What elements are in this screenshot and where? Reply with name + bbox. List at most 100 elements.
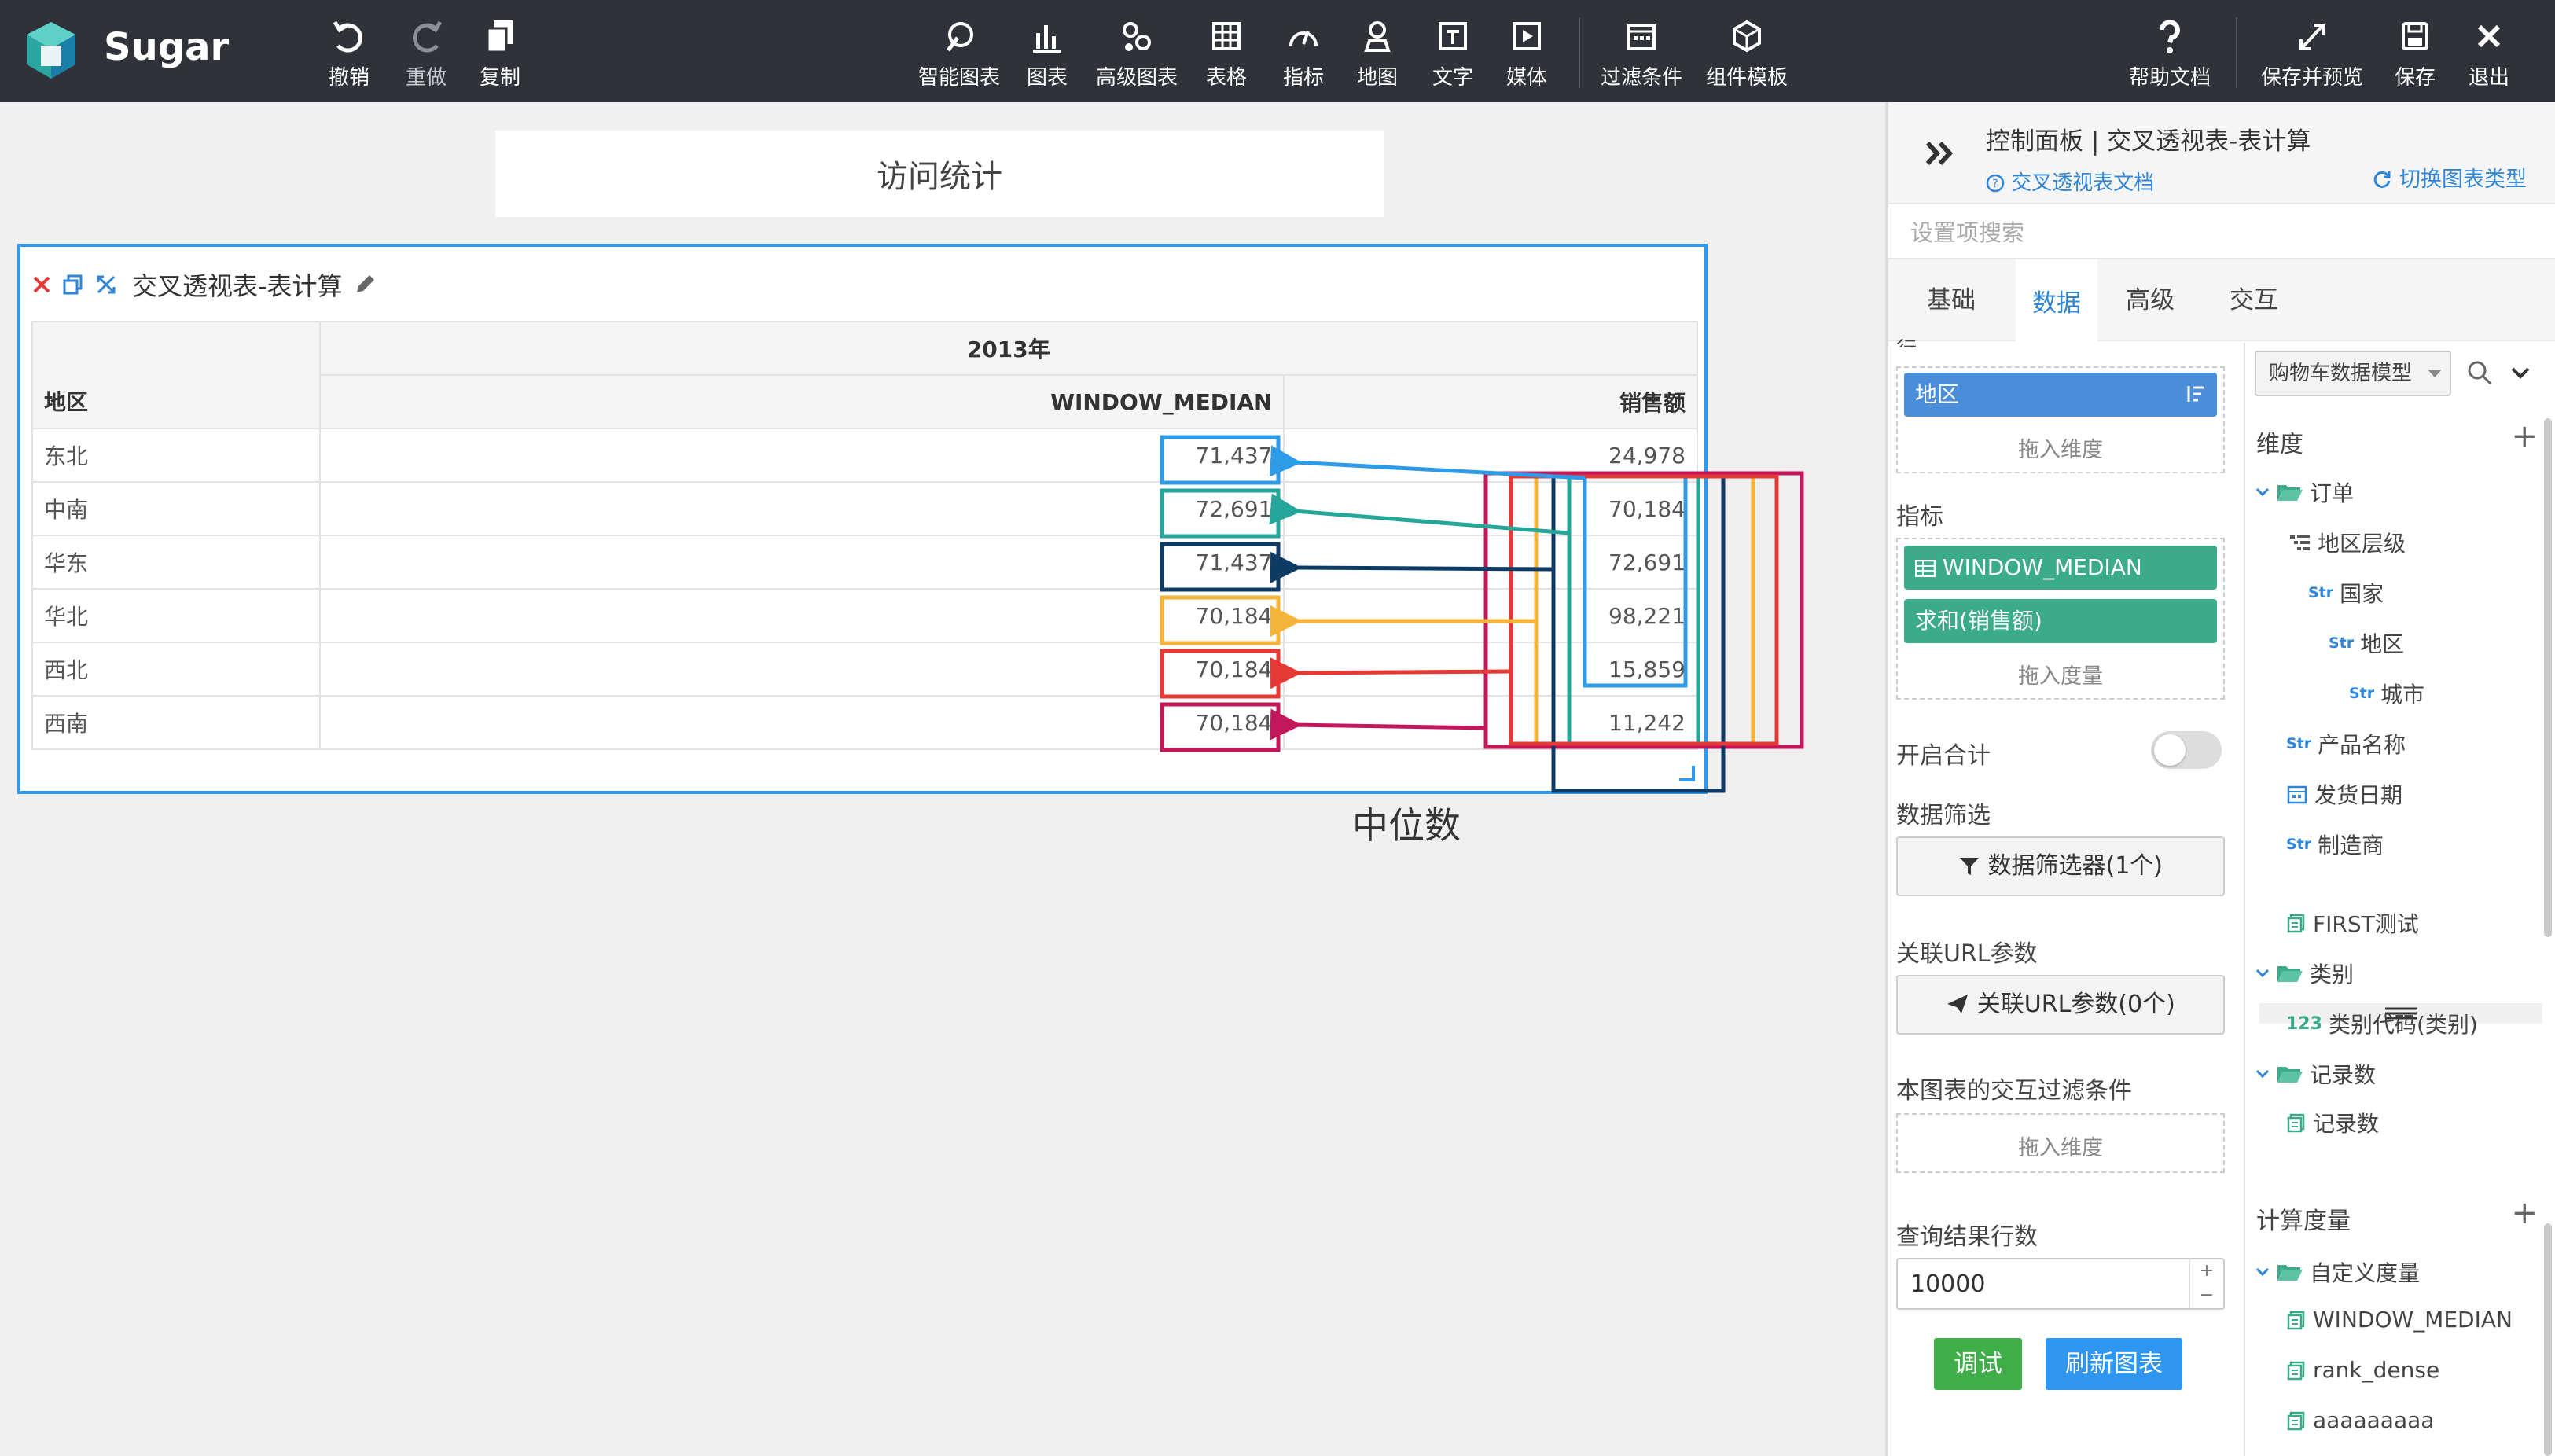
tree-field[interactable]: 123 类别代码(类别): [2286, 1008, 2478, 1039]
model-select[interactable]: 购物车数据模型: [2255, 351, 2451, 396]
add-calc-measure-plus-icon[interactable]: +: [2511, 1195, 2538, 1231]
chart-button[interactable]: 图表: [1027, 16, 1068, 90]
enable-total-toggle[interactable]: [2151, 731, 2222, 769]
median-cell[interactable]: 70,184: [318, 695, 1285, 750]
tree-field[interactable]: Str 产品名称: [2286, 728, 2406, 759]
tree-field[interactable]: 记录数: [2286, 1107, 2379, 1138]
sort-icon[interactable]: [2184, 383, 2208, 406]
tree-field[interactable]: Str 国家: [2308, 577, 2384, 609]
collapse-panel-icon[interactable]: [1921, 134, 1961, 173]
tree-folder[interactable]: 订单: [2255, 476, 2354, 508]
advanced-chart-button[interactable]: 高级图表: [1096, 16, 1178, 90]
row-dropzone[interactable]: 地区 拖入维度: [1896, 366, 2225, 473]
median-cell[interactable]: 70,184: [318, 642, 1285, 697]
debug-button[interactable]: 调试: [1934, 1338, 2022, 1390]
region-cell[interactable]: 华北: [31, 588, 321, 643]
settings-search-input[interactable]: [1888, 208, 2555, 258]
sales-cell[interactable]: 72,691: [1283, 535, 1698, 590]
header-sales[interactable]: 销售额: [1283, 374, 1698, 429]
duplicate-icon[interactable]: [61, 273, 85, 296]
table-button[interactable]: 表格: [1206, 16, 1247, 90]
tab-data[interactable]: 数据: [2016, 259, 2097, 341]
median-cell[interactable]: 71,437: [318, 428, 1285, 483]
resize-handle[interactable]: [1679, 766, 1695, 781]
sales-cell[interactable]: 11,242: [1283, 695, 1698, 750]
stepper-plus-icon[interactable]: +: [2190, 1259, 2223, 1284]
chevron-down-icon[interactable]: [2255, 1266, 2270, 1278]
header-region[interactable]: 地区: [31, 321, 321, 429]
save-preview-button[interactable]: 保存并预览: [2261, 16, 2363, 90]
tree-item-label: 制造商: [2318, 833, 2384, 859]
fullscreen-icon[interactable]: [94, 273, 118, 296]
query-rows-stepper[interactable]: + −: [2189, 1259, 2223, 1308]
tree-field[interactable]: aaaaaaaaa: [2286, 1407, 2434, 1433]
undo-button[interactable]: 撤销: [329, 16, 369, 90]
table-calc-icon: [1914, 559, 1936, 578]
region-cell[interactable]: 华东: [31, 535, 321, 590]
metric-pill-sum-sales[interactable]: 求和(销售额): [1904, 599, 2217, 643]
interact-filter-dropzone[interactable]: 拖入维度: [1896, 1113, 2225, 1173]
exit-button[interactable]: 退出: [2469, 16, 2509, 90]
delete-icon[interactable]: [31, 274, 52, 295]
tree-field[interactable]: FIRST测试: [2286, 907, 2419, 939]
tree-folder[interactable]: 自定义度量: [2255, 1256, 2420, 1288]
filter-button[interactable]: 过滤条件: [1601, 16, 1682, 90]
region-cell[interactable]: 西南: [31, 695, 321, 750]
sales-cell[interactable]: 98,221: [1283, 588, 1698, 643]
pivot-doc-link[interactable]: ? 交叉透视表文档: [1986, 167, 2154, 196]
pivot-widget[interactable]: 交叉透视表-表计算 地区 2013年 WINDOW_MEDIAN 销售额 东北 7…: [17, 244, 1708, 794]
tree-field[interactable]: rank_dense: [2286, 1357, 2439, 1383]
sales-cell[interactable]: 70,184: [1283, 481, 1698, 536]
switch-chart-type-button[interactable]: 切换图表类型: [2372, 162, 2527, 193]
tree-folder[interactable]: 类别: [2255, 958, 2354, 989]
help-button[interactable]: 帮助文档: [2129, 16, 2211, 90]
row-pill-region[interactable]: 地区: [1904, 373, 2217, 417]
header-row-year: 地区 2013年: [31, 321, 1699, 429]
tree-scrollbar[interactable]: [2544, 418, 2552, 937]
stepper-minus-icon[interactable]: −: [2190, 1284, 2223, 1308]
sales-cell[interactable]: 24,978: [1283, 428, 1698, 483]
tree-field[interactable]: Str 地区: [2329, 627, 2404, 659]
text-button[interactable]: 文字: [1432, 16, 1473, 90]
query-rows-input[interactable]: [1898, 1259, 2189, 1308]
metric-pill-window-median[interactable]: WINDOW_MEDIAN: [1904, 546, 2217, 590]
sales-cell[interactable]: 15,859: [1283, 642, 1698, 697]
tree-folder[interactable]: 记录数: [2255, 1058, 2376, 1090]
header-window-median[interactable]: WINDOW_MEDIAN: [318, 374, 1285, 429]
metric-dropzone[interactable]: WINDOW_MEDIAN 求和(销售额) 拖入度量: [1896, 538, 2225, 700]
component-template-button[interactable]: 组件模板: [1706, 16, 1788, 90]
add-dimension-plus-icon[interactable]: +: [2511, 418, 2538, 454]
calc-tree-scrollbar[interactable]: [2544, 1223, 2552, 1456]
smart-chart-button[interactable]: 智能图表: [918, 16, 1000, 90]
tab-advanced[interactable]: 高级: [2099, 259, 2201, 341]
data-filter-button[interactable]: 数据筛选器(1个): [1896, 836, 2225, 896]
tree-field[interactable]: 发货日期: [2286, 778, 2402, 810]
tab-interaction[interactable]: 交互: [2203, 259, 2305, 341]
url-param-button[interactable]: 关联URL参数(0个): [1896, 975, 2225, 1035]
tree-field[interactable]: Str 城市: [2349, 678, 2424, 709]
save-button[interactable]: 保存: [2395, 16, 2436, 90]
chevron-down-icon[interactable]: [2255, 1068, 2270, 1080]
tab-basic[interactable]: 基础: [1888, 259, 2014, 341]
tree-field[interactable]: 地区层级: [2289, 527, 2406, 558]
map-button[interactable]: 地图: [1357, 16, 1398, 90]
region-cell[interactable]: 西北: [31, 642, 321, 697]
chevron-down-icon[interactable]: [2255, 486, 2270, 498]
refresh-chart-button[interactable]: 刷新图表: [2046, 1338, 2182, 1390]
page-title[interactable]: 访问统计: [495, 131, 1384, 217]
median-cell[interactable]: 70,184: [318, 588, 1285, 643]
copy-button[interactable]: 复制: [480, 16, 520, 90]
pencil-edit-icon[interactable]: [352, 272, 377, 297]
median-cell[interactable]: 72,691: [318, 481, 1285, 536]
tree-field[interactable]: Str 制造商: [2286, 829, 2384, 860]
median-cell[interactable]: 71,437: [318, 535, 1285, 590]
chevron-down-icon[interactable]: [2255, 967, 2270, 980]
media-button[interactable]: 媒体: [1506, 16, 1547, 90]
redo-button[interactable]: 重做: [406, 16, 447, 90]
search-icon[interactable]: [2465, 358, 2494, 387]
metric-button[interactable]: 指标: [1283, 16, 1324, 90]
region-cell[interactable]: 中南: [31, 481, 321, 536]
chevron-down-icon[interactable]: [2509, 362, 2531, 384]
tree-field[interactable]: WINDOW_MEDIAN: [2286, 1307, 2513, 1333]
region-cell[interactable]: 东北: [31, 428, 321, 483]
